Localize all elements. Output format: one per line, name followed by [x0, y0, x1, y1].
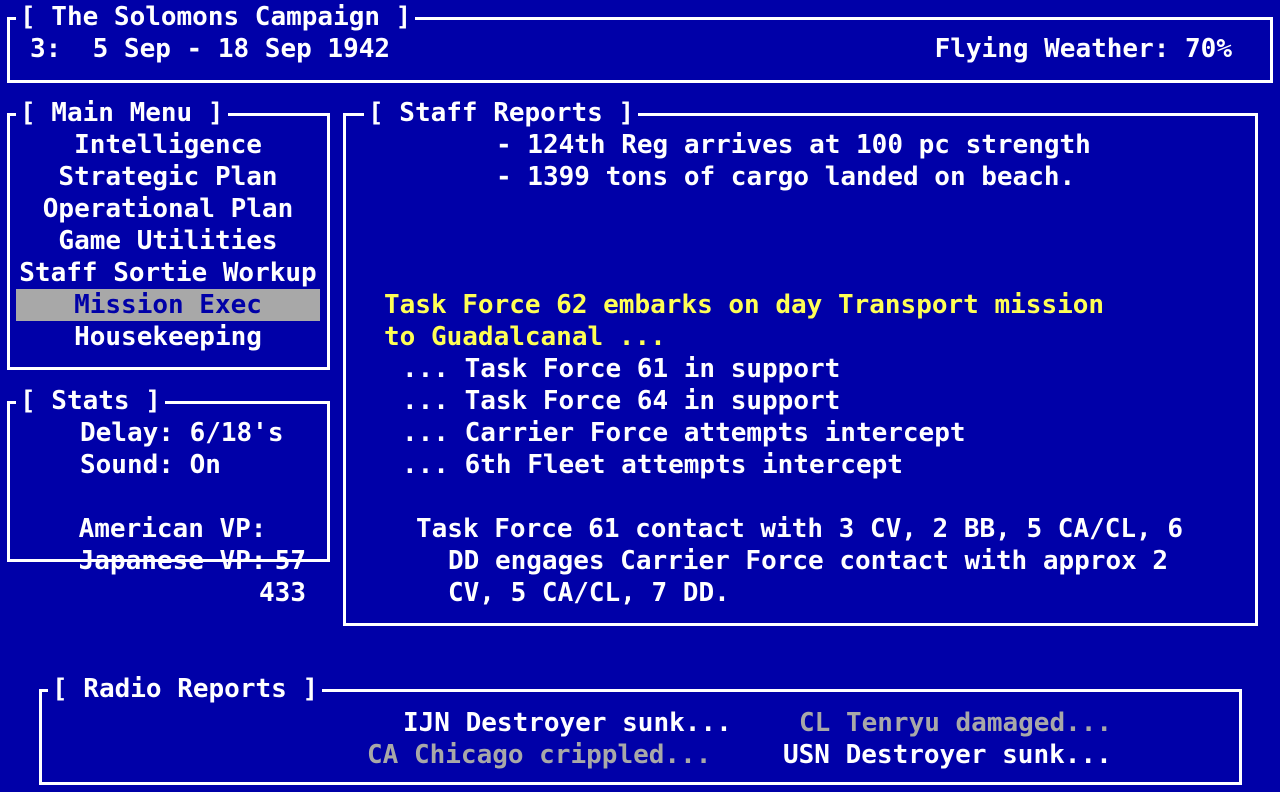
- menu-item-game-utilities[interactable]: Game Utilities: [16, 225, 320, 257]
- staff-report-line: - 124th Reg arrives at 100 pc strength: [496, 130, 1091, 160]
- staff-report-line: ... Task Force 61 in support: [402, 354, 841, 384]
- japanese-vp-row: Japanese VP: 433: [16, 513, 316, 641]
- staff-reports-title: [ Staff Reports ]: [364, 97, 639, 129]
- japanese-vp-value: 433: [259, 578, 306, 608]
- contact-report-line: DD engages Carrier Force contact with ap…: [448, 546, 1169, 576]
- menu-item-strategic-plan[interactable]: Strategic Plan: [16, 161, 320, 193]
- staff-report-line: - 1399 tons of cargo landed on beach.: [496, 162, 1076, 192]
- sound-setting: Sound: On: [80, 450, 221, 480]
- contact-report-line: Task Force 61 contact with 3 CV, 2 BB, 5…: [416, 514, 1184, 544]
- staff-report-line: ... 6th Fleet attempts intercept: [402, 450, 903, 480]
- radio-report-item: USN Destroyer sunk...: [783, 740, 1112, 770]
- turn-date-range: 3: 5 Sep - 18 Sep 1942: [30, 34, 391, 64]
- main-menu-panel: [ Main Menu ] Intelligence Strategic Pla…: [7, 97, 330, 370]
- radio-reports-panel: [ Radio Reports ] IJN Destroyer sunk... …: [39, 673, 1242, 785]
- staff-report-line: ... Task Force 64 in support: [402, 386, 841, 416]
- staff-report-line: ... Carrier Force attempts intercept: [402, 418, 966, 448]
- contact-report-line: CV, 5 CA/CL, 7 DD.: [448, 578, 730, 608]
- radio-report-item: CA Chicago crippled...: [367, 740, 712, 770]
- mission-announcement-line: to Guadalcanal ...: [384, 322, 666, 352]
- radio-report-item: IJN Destroyer sunk...: [403, 708, 732, 738]
- radio-report-item: CL Tenryu damaged...: [799, 708, 1113, 738]
- campaign-header-panel: [ The Solomons Campaign ] 3: 5 Sep - 18 …: [7, 1, 1273, 83]
- japanese-vp-label: Japanese VP:: [78, 546, 267, 576]
- radio-reports-title: [ Radio Reports ]: [48, 673, 323, 705]
- menu-item-housekeeping[interactable]: Housekeeping: [16, 321, 320, 353]
- stats-title: [ Stats ]: [16, 385, 165, 417]
- main-menu-title: [ Main Menu ]: [16, 97, 228, 129]
- menu-item-staff-sortie-workup[interactable]: Staff Sortie Workup: [16, 257, 320, 289]
- mission-announcement-line: Task Force 62 embarks on day Transport m…: [384, 290, 1105, 320]
- campaign-title: [ The Solomons Campaign ]: [16, 1, 416, 33]
- menu-item-mission-exec[interactable]: Mission Exec: [16, 289, 320, 321]
- delay-setting: Delay: 6/18's: [80, 418, 284, 448]
- stats-panel: [ Stats ] Delay: 6/18's Sound: On Americ…: [7, 385, 330, 608]
- flying-weather: Flying Weather: 70%: [934, 34, 1232, 64]
- menu-item-intelligence[interactable]: Intelligence: [16, 129, 320, 161]
- staff-reports-panel: [ Staff Reports ] - 124th Reg arrives at…: [343, 97, 1258, 626]
- menu-item-operational-plan[interactable]: Operational Plan: [16, 193, 320, 225]
